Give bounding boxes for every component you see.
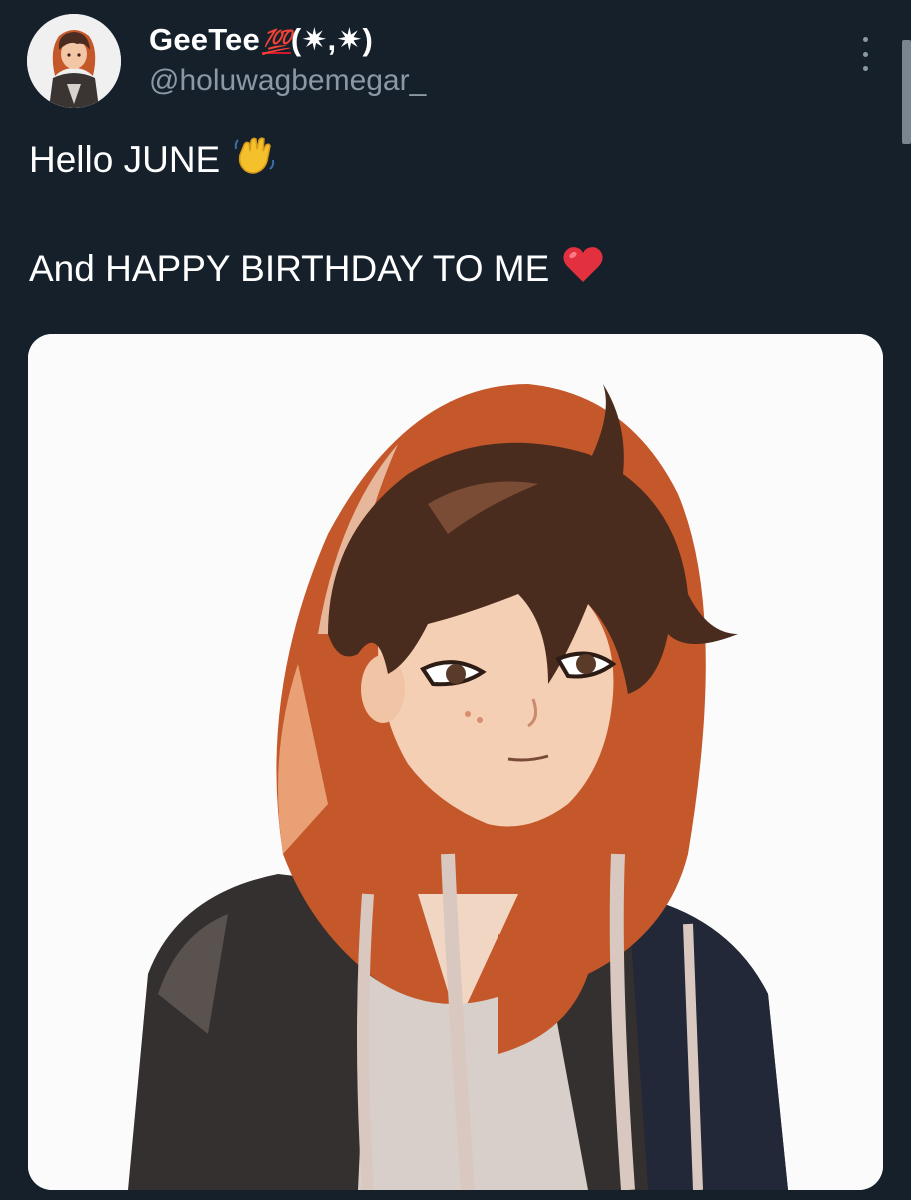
tweet-text: And HAPPY BIRTHDAY TO ME: [29, 247, 550, 289]
more-dot: [862, 51, 868, 57]
anime-boy-illustration: [28, 334, 883, 1190]
hundred-points-icon: 💯: [261, 29, 292, 56]
avatar-illustration: [27, 14, 121, 108]
display-name[interactable]: GeeTee💯(✷,✷): [149, 22, 373, 58]
tweet-text-line: And HAPPY BIRTHDAY TO ME: [29, 243, 605, 294]
tweet: GeeTee💯(✷,✷) @holuwagbemegar_ Hello JUNE…: [0, 0, 911, 1200]
more-dot: [862, 37, 868, 42]
more-dot: [862, 66, 868, 71]
display-name-suffix: (✷,✷): [290, 22, 374, 57]
tweet-text-line: Hello JUNE: [29, 133, 276, 186]
scrollbar-thumb[interactable]: [902, 40, 911, 144]
user-handle[interactable]: @holuwagbemegar_: [149, 64, 426, 98]
tweet-image[interactable]: [28, 334, 883, 1190]
avatar[interactable]: [27, 14, 121, 108]
display-name-text: GeeTee: [149, 22, 260, 57]
more-options-icon[interactable]: [852, 34, 878, 74]
red-heart-icon: [561, 243, 605, 294]
waving-hand-icon: [232, 133, 276, 186]
tweet-text: Hello JUNE: [29, 138, 221, 180]
